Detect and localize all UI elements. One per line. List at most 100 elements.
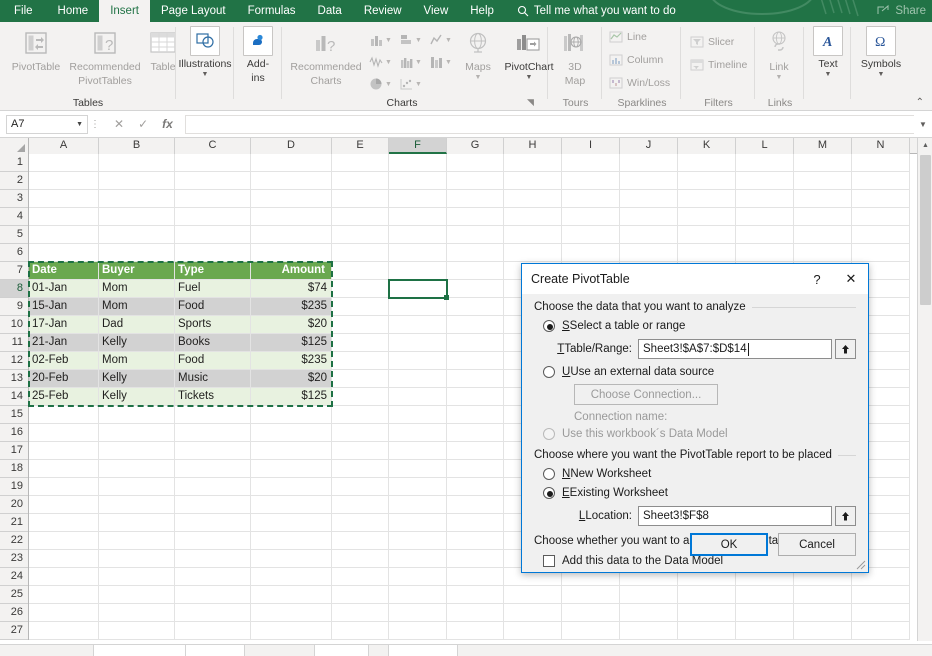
- cell-D23[interactable]: [251, 550, 332, 568]
- cell-D24[interactable]: [251, 568, 332, 586]
- cell-G17[interactable]: [447, 442, 504, 460]
- cell-G14[interactable]: [447, 388, 504, 406]
- row-header-21[interactable]: 21: [0, 514, 28, 532]
- pivottable-button[interactable]: PivotTable: [4, 26, 68, 74]
- cell-G10[interactable]: [447, 316, 504, 334]
- cell-E22[interactable]: [332, 532, 389, 550]
- cell-D21[interactable]: [251, 514, 332, 532]
- cell-C21[interactable]: [175, 514, 251, 532]
- cell-A4[interactable]: [29, 208, 99, 226]
- chevron-down-icon[interactable]: ▼: [776, 74, 783, 82]
- cell-D15[interactable]: [251, 406, 332, 424]
- cell-C13[interactable]: Music: [175, 370, 251, 388]
- sheet-tab[interactable]: [185, 645, 245, 656]
- cell-C7[interactable]: Type: [175, 262, 251, 280]
- cell-A1[interactable]: [29, 154, 99, 172]
- cell-A20[interactable]: [29, 496, 99, 514]
- cell-D25[interactable]: [251, 586, 332, 604]
- cell-H25[interactable]: [504, 586, 562, 604]
- tell-me-search[interactable]: Tell me what you want to do: [505, 0, 686, 22]
- cell-C12[interactable]: Food: [175, 352, 251, 370]
- cell-E6[interactable]: [332, 244, 389, 262]
- cell-L25[interactable]: [736, 586, 794, 604]
- cell-D9[interactable]: $235: [251, 298, 332, 316]
- cell-H1[interactable]: [504, 154, 562, 172]
- cell-G18[interactable]: [447, 460, 504, 478]
- cell-E18[interactable]: [332, 460, 389, 478]
- cell-N6[interactable]: [852, 244, 910, 262]
- pie-chart-button[interactable]: ▼: [369, 73, 399, 95]
- cell-N4[interactable]: [852, 208, 910, 226]
- cell-B10[interactable]: Dad: [99, 316, 175, 334]
- row-header-17[interactable]: 17: [0, 442, 28, 460]
- cell-E20[interactable]: [332, 496, 389, 514]
- row-header-4[interactable]: 4: [0, 208, 28, 226]
- cell-E3[interactable]: [332, 190, 389, 208]
- cell-E13[interactable]: [332, 370, 389, 388]
- cell-B12[interactable]: Mom: [99, 352, 175, 370]
- cell-K6[interactable]: [678, 244, 736, 262]
- cell-G3[interactable]: [447, 190, 504, 208]
- cell-E1[interactable]: [332, 154, 389, 172]
- fx-icon[interactable]: fx: [162, 117, 173, 131]
- tab-view[interactable]: View: [413, 0, 460, 22]
- tab-formulas[interactable]: Formulas: [237, 0, 307, 22]
- resize-grip[interactable]: [854, 558, 866, 570]
- cell-F12[interactable]: [389, 352, 447, 370]
- row-header-19[interactable]: 19: [0, 478, 28, 496]
- cell-A16[interactable]: [29, 424, 99, 442]
- radio-select-range[interactable]: SSelect a table or range: [534, 320, 856, 332]
- cell-E17[interactable]: [332, 442, 389, 460]
- cell-C19[interactable]: [175, 478, 251, 496]
- cell-E4[interactable]: [332, 208, 389, 226]
- cell-D13[interactable]: $20: [251, 370, 332, 388]
- maps-button[interactable]: Maps ▼: [455, 26, 501, 82]
- stock-chart-button[interactable]: ▼: [369, 51, 399, 73]
- cell-N25[interactable]: [852, 586, 910, 604]
- cell-A24[interactable]: [29, 568, 99, 586]
- cell-G6[interactable]: [447, 244, 504, 262]
- cell-F2[interactable]: [389, 172, 447, 190]
- cell-E2[interactable]: [332, 172, 389, 190]
- scatter-chart-button[interactable]: ▼: [399, 73, 429, 95]
- cell-G16[interactable]: [447, 424, 504, 442]
- location-picker-button[interactable]: [835, 506, 856, 526]
- cell-D8[interactable]: $74: [251, 280, 332, 298]
- cell-M4[interactable]: [794, 208, 852, 226]
- cell-F15[interactable]: [389, 406, 447, 424]
- radio-existing-worksheet[interactable]: EExisting Worksheet: [534, 487, 856, 499]
- cell-B20[interactable]: [99, 496, 175, 514]
- cell-A7[interactable]: Date: [29, 262, 99, 280]
- cell-E12[interactable]: [332, 352, 389, 370]
- cell-L6[interactable]: [736, 244, 794, 262]
- column-header-C[interactable]: C: [175, 138, 251, 154]
- cell-A13[interactable]: 20-Feb: [29, 370, 99, 388]
- cell-G9[interactable]: [447, 298, 504, 316]
- cell-F4[interactable]: [389, 208, 447, 226]
- cell-F5[interactable]: [389, 226, 447, 244]
- row-header-9[interactable]: 9: [0, 298, 28, 316]
- location-input[interactable]: Sheet3!$F$8: [638, 506, 832, 526]
- cell-D26[interactable]: [251, 604, 332, 622]
- column-header-E[interactable]: E: [332, 138, 389, 154]
- cell-A11[interactable]: 21-Jan: [29, 334, 99, 352]
- cell-A8[interactable]: 01-Jan: [29, 280, 99, 298]
- ok-button[interactable]: OK: [690, 533, 768, 556]
- cell-D4[interactable]: [251, 208, 332, 226]
- cell-F10[interactable]: [389, 316, 447, 334]
- cell-K26[interactable]: [678, 604, 736, 622]
- cell-G11[interactable]: [447, 334, 504, 352]
- cell-M3[interactable]: [794, 190, 852, 208]
- chevron-down-icon[interactable]: ▼: [445, 37, 452, 44]
- cell-E16[interactable]: [332, 424, 389, 442]
- charts-dialog-launcher[interactable]: ◥: [527, 97, 534, 108]
- cell-G26[interactable]: [447, 604, 504, 622]
- cell-A26[interactable]: [29, 604, 99, 622]
- cell-B13[interactable]: Kelly: [99, 370, 175, 388]
- row-header-10[interactable]: 10: [0, 316, 28, 334]
- cell-E15[interactable]: [332, 406, 389, 424]
- row-header-22[interactable]: 22: [0, 532, 28, 550]
- chevron-down-icon[interactable]: ▼: [385, 81, 392, 88]
- cell-F3[interactable]: [389, 190, 447, 208]
- cell-D22[interactable]: [251, 532, 332, 550]
